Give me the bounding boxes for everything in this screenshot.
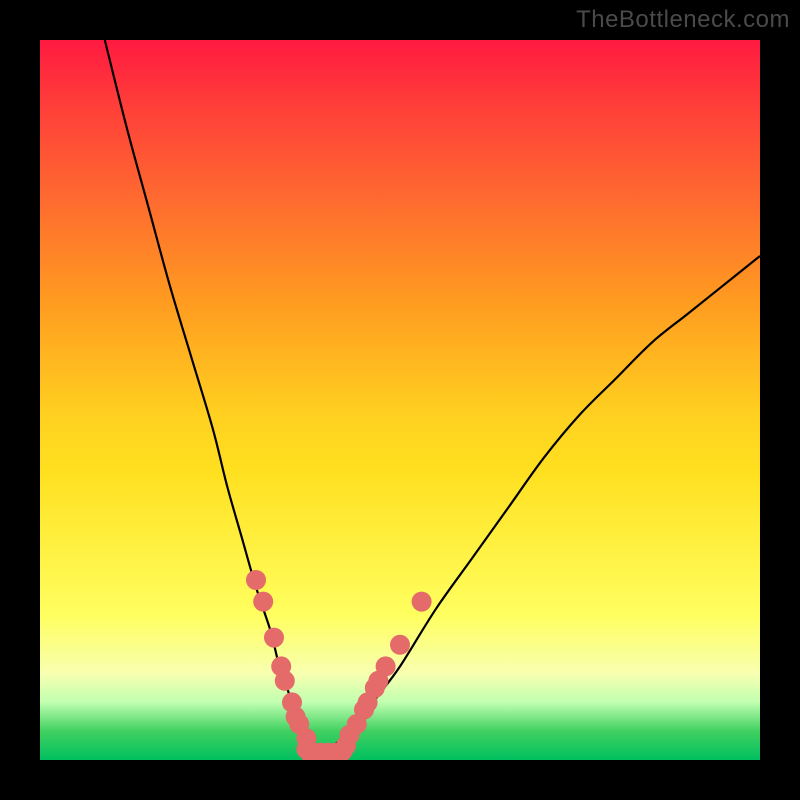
marker-dot [412, 592, 432, 612]
marker-dot [275, 671, 295, 691]
marker-dot [264, 628, 284, 648]
attribution-label: TheBottleneck.com [576, 6, 790, 34]
chart-svg [40, 40, 760, 760]
curve-left-curve [105, 40, 321, 753]
marker-dot [246, 570, 266, 590]
marker-dot [390, 635, 410, 655]
plot-area [40, 40, 760, 760]
marker-dot [376, 656, 396, 676]
chart-frame: TheBottleneck.com [0, 0, 800, 800]
marker-dot [253, 592, 273, 612]
